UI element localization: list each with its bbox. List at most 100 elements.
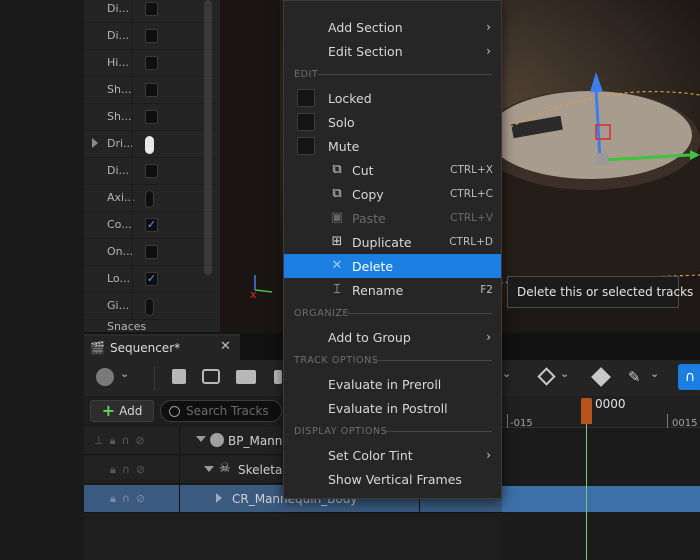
property-checkbox[interactable] xyxy=(145,164,158,178)
menu-item-evaluate-preroll[interactable]: Evaluate in Preroll xyxy=(284,372,501,396)
property-label: Co... xyxy=(107,218,132,231)
details-panel: Di... Di... Hi... Sh... Sh... Dri... Di... Axi.… xyxy=(84,0,220,332)
menu-item-copy[interactable]: ⧉ Copy CTRL+C xyxy=(284,182,501,206)
gizmo-center xyxy=(596,153,608,165)
menu-item-solo[interactable]: Solo xyxy=(284,110,501,134)
menu-label: Copy xyxy=(352,187,384,202)
pencil-icon[interactable]: ✎ xyxy=(628,368,641,386)
property-divider xyxy=(132,50,133,76)
menu-divider xyxy=(318,74,492,75)
chevron-down-icon[interactable]: ⌄ xyxy=(650,367,659,380)
chevron-down-icon[interactable]: ⌄ xyxy=(502,367,511,380)
render-movie-icon[interactable] xyxy=(236,370,256,384)
property-checkbox[interactable] xyxy=(145,2,158,16)
lock-icon[interactable]: 🔒︎ xyxy=(110,463,116,477)
menu-label: Duplicate xyxy=(352,235,412,250)
duplicate-icon: ⊞ xyxy=(331,234,343,249)
mute-icon[interactable]: ⊘ xyxy=(136,492,145,505)
details-scrollbar[interactable] xyxy=(204,0,212,275)
find-asset-icon[interactable] xyxy=(202,369,220,384)
menu-item-add-to-group[interactable]: Add to Group › xyxy=(284,325,501,349)
property-row: Di... xyxy=(84,0,216,23)
menu-label: Cut xyxy=(352,163,374,178)
skeleton-icon: ☠ xyxy=(219,461,231,476)
menu-item-locked[interactable]: Locked xyxy=(284,86,501,110)
property-checkbox[interactable]: ✓ xyxy=(145,272,158,286)
key-diamond-icon[interactable] xyxy=(537,367,556,386)
menu-item-set-color-tint[interactable]: Set Color Tint › xyxy=(284,443,501,467)
solo-icon[interactable]: ∩ xyxy=(121,434,129,447)
solo-checkbox[interactable] xyxy=(297,113,315,131)
more-icon[interactable] xyxy=(274,370,282,384)
chevron-down-icon[interactable]: ⌄ xyxy=(560,367,569,380)
playhead-line xyxy=(586,406,587,560)
menu-item-evaluate-postroll[interactable]: Evaluate in Postroll xyxy=(284,396,501,420)
menu-item-show-vertical-frames[interactable]: Show Vertical Frames xyxy=(284,467,501,491)
menu-shortcut: F2 xyxy=(480,284,493,296)
menu-divider xyxy=(386,431,492,432)
property-row: Co... ✓ xyxy=(84,212,216,239)
property-checkbox[interactable] xyxy=(145,110,158,124)
solo-icon[interactable]: ∩ xyxy=(122,463,130,476)
property-checkbox[interactable]: ✓ xyxy=(145,218,158,232)
property-checkbox[interactable] xyxy=(145,56,158,70)
chevron-down-icon[interactable] xyxy=(196,436,206,442)
tab-sequencer[interactable]: 🎬 Sequencer* ✕ xyxy=(84,334,240,360)
chevron-down-icon[interactable]: ⌄ xyxy=(120,367,129,380)
lock-icon[interactable]: 🔒︎ xyxy=(110,492,116,506)
sequencer-icon: 🎬 xyxy=(90,341,105,355)
property-toggle[interactable] xyxy=(145,298,154,316)
menu-label: Paste xyxy=(352,211,386,226)
locked-checkbox[interactable] xyxy=(297,89,315,107)
property-checkbox[interactable] xyxy=(145,83,158,97)
menu-item-rename[interactable]: ⌶ Rename F2 xyxy=(284,278,501,302)
close-icon[interactable]: ✕ xyxy=(220,339,231,354)
property-checkbox[interactable] xyxy=(145,245,158,259)
mute-icon[interactable]: ⊘ xyxy=(136,463,145,476)
property-label: Di... xyxy=(107,29,130,42)
snap-magnet-icon[interactable]: ∩ xyxy=(678,364,700,390)
section-bar[interactable] xyxy=(502,486,700,512)
track-column-divider[interactable] xyxy=(179,427,180,513)
menu-label: Add to Group xyxy=(328,330,411,345)
menu-item-add-section[interactable]: Add Section › xyxy=(284,15,501,39)
world-icon[interactable] xyxy=(96,368,114,386)
chevron-right-icon: › xyxy=(486,44,491,58)
property-label: On... xyxy=(107,245,134,258)
playhead-time-label: 0000 xyxy=(595,397,626,411)
menu-item-mute[interactable]: Mute xyxy=(284,134,501,158)
expand-arrow-icon[interactable] xyxy=(216,493,222,503)
playhead-handle[interactable] xyxy=(581,398,592,424)
lock-icon[interactable]: 🔒︎ xyxy=(110,434,116,448)
auto-key-icon[interactable] xyxy=(591,367,611,387)
property-label: Sh... xyxy=(107,110,132,123)
menu-item-paste[interactable]: ▣ Paste CTRL+V xyxy=(284,206,501,230)
menu-label: Edit Section xyxy=(328,44,403,59)
pin-icon[interactable]: ⊥ xyxy=(94,434,104,447)
property-row: Sh... xyxy=(84,104,216,131)
search-tracks-input[interactable]: Search Tracks xyxy=(160,400,282,422)
menu-item-delete[interactable]: ✕ Delete xyxy=(284,254,501,278)
property-checkbox[interactable] xyxy=(145,29,158,43)
solo-icon[interactable]: ∩ xyxy=(122,492,130,505)
expand-arrow-icon[interactable] xyxy=(92,138,98,148)
menu-divider xyxy=(374,360,492,361)
property-row: Gi... xyxy=(84,293,216,320)
property-label: Lo... xyxy=(107,272,130,285)
property-divider xyxy=(132,212,133,238)
chevron-down-icon[interactable] xyxy=(204,466,214,472)
property-toggle[interactable] xyxy=(145,190,154,208)
property-divider xyxy=(132,0,133,22)
property-toggle[interactable] xyxy=(145,136,154,154)
add-track-button[interactable]: + Add xyxy=(90,400,154,422)
context-menu: Add Section › Edit Section › EDIT Locked… xyxy=(283,0,502,499)
mute-icon[interactable]: ⊘ xyxy=(136,434,145,447)
menu-item-edit-section[interactable]: Edit Section › xyxy=(284,39,501,63)
menu-item-cut[interactable]: ⧉ Cut CTRL+X xyxy=(284,158,501,182)
track-name: BP_Manny xyxy=(228,434,290,448)
save-icon[interactable] xyxy=(172,369,186,384)
menu-label: Mute xyxy=(328,139,360,154)
menu-item-duplicate[interactable]: ⊞ Duplicate CTRL+D xyxy=(284,230,501,254)
property-label: Axi... xyxy=(107,191,135,204)
mute-checkbox[interactable] xyxy=(297,137,315,155)
